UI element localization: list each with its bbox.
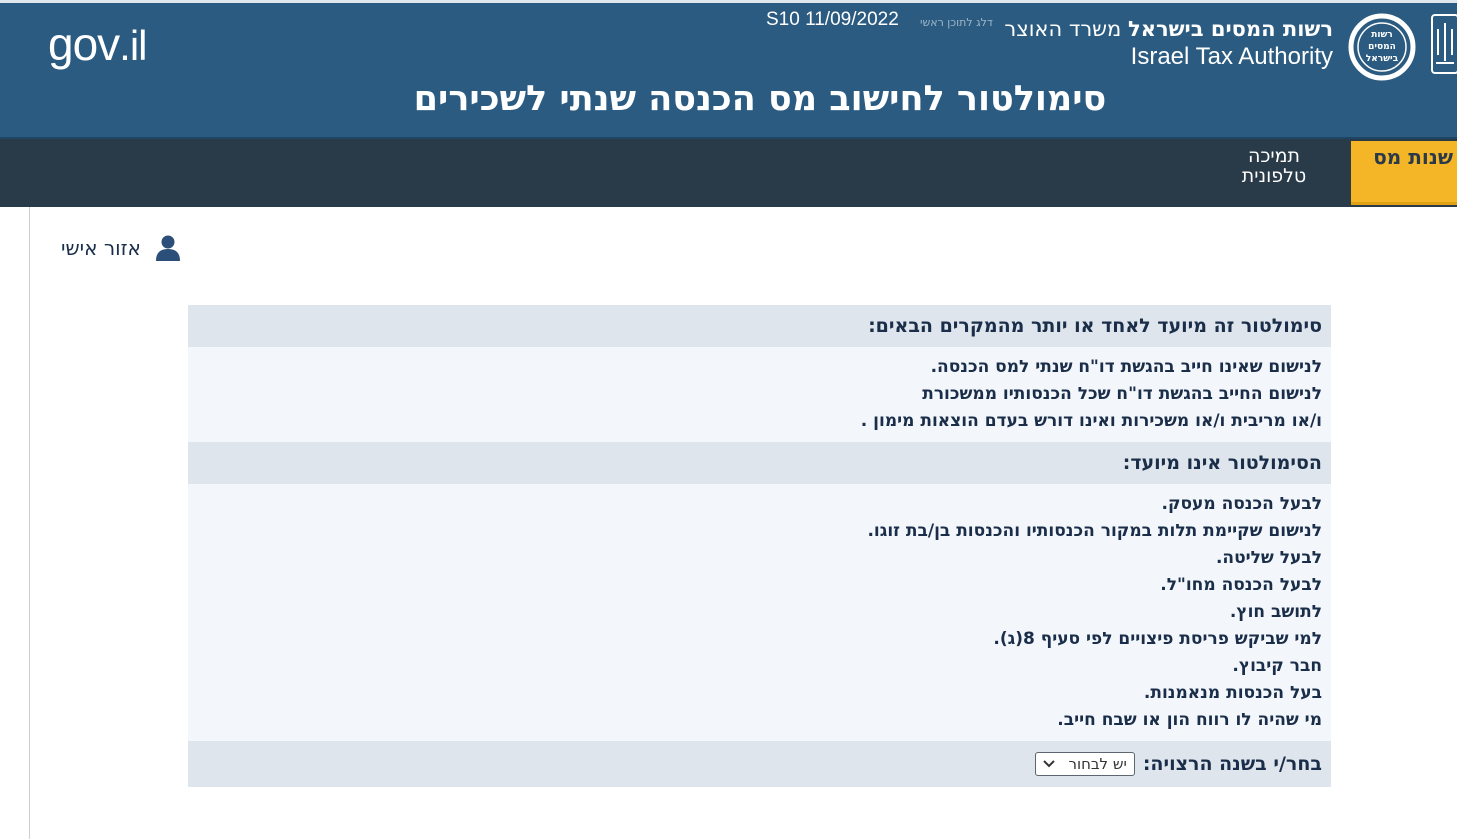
user-icon [156, 235, 180, 261]
not-intended-item: לבעל שליטה. [1215, 548, 1322, 568]
year-select-row: בחר/י בשנה הרצויה: יש לבחור [188, 741, 1331, 787]
state-emblem-icon [1431, 14, 1457, 74]
tax-authority-logo-text-3: בישראל [1366, 54, 1399, 64]
site-header: רשות המסים בישראל רשות המסים בישראל משרד… [0, 0, 1457, 138]
year-select-label: בחר/י בשנה הרצויה: [1142, 753, 1322, 775]
intended-item: ו/או מריבית ו/או משכירות ואינו דורש בעדם… [860, 411, 1322, 431]
not-intended-item: לבעל הכנסה מעסק. [1161, 494, 1323, 514]
not-intended-item: חבר קיבוץ. [1232, 656, 1322, 676]
personal-area-label: אזור אישי [61, 236, 141, 260]
simulator-info-panel: סימולטור זה מיועד לאחד או יותר מהמקרים ה… [188, 305, 1331, 787]
tax-authority-logo[interactable]: רשות המסים בישראל [1347, 13, 1417, 81]
tax-authority-logo-text-2: המסים [1368, 42, 1396, 52]
year-select-value: יש לבחור [1068, 755, 1127, 773]
ministry-name: משרד האוצר [1004, 17, 1128, 41]
nav-tab-tax-years-label: שנות מס [1373, 145, 1453, 169]
gov-il-logo[interactable]: gov.il [48, 17, 148, 71]
not-intended-item: למי שביקש פריסת פיצויים לפי סעיף 8(ג). [993, 629, 1322, 649]
main-nav: שנות מס תמיכה טלפונית [0, 139, 1457, 207]
intended-section-title: סימולטור זה מיועד לאחד או יותר מהמקרים ה… [188, 305, 1331, 347]
not-intended-section-title: הסימולטור אינו מיועד: [188, 442, 1331, 484]
intended-item: לנישום החייב בהגשת דו"ח שכל הכנסותיו ממש… [922, 384, 1322, 404]
nav-support-line-1: תמיכה [1247, 145, 1301, 167]
nav-tab-phone-support[interactable]: תמיכה טלפונית [1219, 146, 1329, 186]
tax-authority-name-hebrew: רשות המסים בישראל משרד האוצר [1004, 15, 1333, 43]
tax-authority-name-bold: רשות המסים בישראל [1128, 17, 1333, 41]
not-intended-item: בעל הכנסות מנאמנות. [1143, 683, 1322, 703]
intended-item: לנישום שאינו חייב בהגשת דו"ח שנתי למס הכ… [930, 357, 1322, 377]
not-intended-item: לתושב חוץ. [1229, 602, 1322, 622]
not-intended-item: לנישום שקיימת תלות במקור הכנסותיו והכנסו… [867, 521, 1322, 541]
tax-authority-logo-text-1: רשות [1371, 30, 1392, 40]
page-title: סימולטור לחישוב מס הכנסה שנתי לשכירים [413, 79, 1107, 119]
not-intended-item: מי שהיה לו רווח הון או שבח חייב. [1057, 710, 1322, 730]
tax-authority-name-english: Israel Tax Authority [1130, 43, 1333, 70]
version-stamp: S10 11/09/2022 [766, 9, 899, 30]
gov-logo-suffix: .il [119, 22, 147, 69]
intended-list: לנישום שאינו חייב בהגשת דו"ח שנתי למס הכ… [188, 347, 1331, 442]
active-tab-indicator [1351, 202, 1457, 205]
nav-support-line-2: טלפונית [1241, 165, 1307, 187]
year-select[interactable]: יש לבחור [1034, 752, 1135, 776]
skip-to-content-link[interactable]: דלג לתוכן ראשי [920, 16, 993, 29]
gov-logo-main: gov [48, 18, 120, 70]
not-intended-item: לבעל הכנסה מחו"ל. [1160, 575, 1322, 595]
left-border-line [29, 207, 30, 839]
chevron-down-icon [1043, 760, 1055, 768]
not-intended-list: לבעל הכנסה מעסק. לנישום שקיימת תלות במקו… [188, 484, 1331, 741]
nav-tab-tax-years[interactable]: שנות מס [1351, 141, 1457, 205]
